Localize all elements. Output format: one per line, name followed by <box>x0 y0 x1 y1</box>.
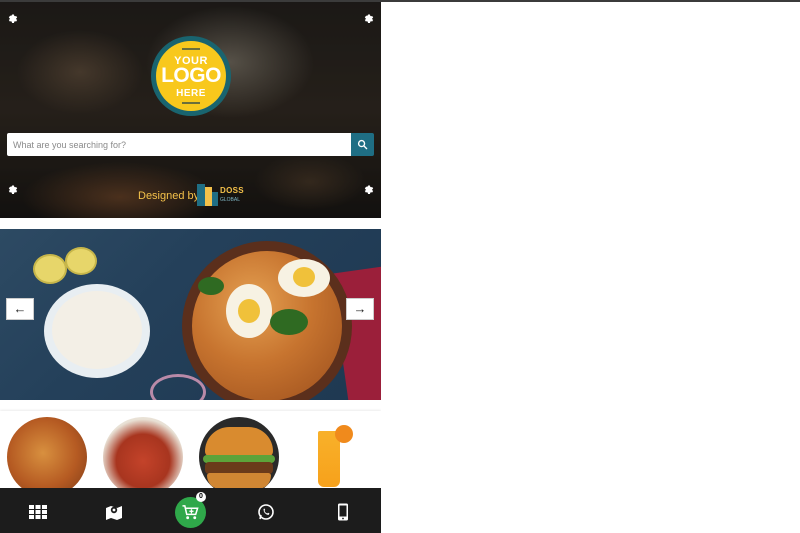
search-input[interactable] <box>7 133 351 156</box>
logo-bar-top <box>182 48 200 50</box>
lime-slice <box>33 254 67 284</box>
mobile-phone-icon[interactable] <box>334 503 352 521</box>
logo-badge: YOUR LOGO HERE <box>156 41 226 111</box>
whatsapp-icon[interactable] <box>257 503 275 521</box>
brand-logo[interactable]: YOUR LOGO HERE <box>151 36 231 116</box>
burger-bun-bottom <box>207 473 271 489</box>
carousel-prev-button[interactable]: ← <box>6 298 34 320</box>
orange-slice <box>335 425 353 443</box>
search-bar <box>7 133 374 156</box>
carousel-next-button[interactable]: → <box>346 298 374 320</box>
category-biryani-chicken[interactable] <box>7 417 87 497</box>
coriander-leaves <box>270 309 308 335</box>
category-biryani-plate[interactable] <box>103 417 183 497</box>
lime-slice <box>65 247 97 275</box>
designed-by-text: Designed by <box>138 190 200 202</box>
category-strip <box>0 411 381 497</box>
doss-logo-text: DOSS <box>220 186 244 195</box>
app-column: YOUR LOGO HERE Designed by DOSS GLOBAL <box>0 2 381 533</box>
doss-logo-bar <box>212 192 218 206</box>
category-orange-juice[interactable] <box>295 417 375 497</box>
doss-logo[interactable]: DOSS GLOBAL <box>197 184 244 206</box>
gear-icon[interactable] <box>363 184 375 196</box>
cart-icon <box>182 505 199 520</box>
doss-logo-bar <box>205 187 212 206</box>
burger-bun-top <box>205 427 273 457</box>
logo-line-here: HERE <box>176 88 206 99</box>
search-icon <box>357 139 368 150</box>
food-banner-carousel: ← → <box>0 229 381 400</box>
egg-yolk <box>238 299 260 323</box>
logo-line-logo: LOGO <box>161 64 221 87</box>
onion-ring <box>150 374 206 400</box>
grid-menu-icon[interactable] <box>29 503 47 521</box>
egg-yolk <box>293 267 315 287</box>
doss-logo-bar <box>197 184 205 206</box>
category-burger[interactable] <box>199 417 279 497</box>
doss-logo-subtext: GLOBAL <box>220 197 241 203</box>
raita <box>52 291 142 369</box>
header-hero: YOUR LOGO HERE Designed by DOSS GLOBAL <box>0 2 381 218</box>
gear-icon[interactable] <box>363 13 375 25</box>
logo-bar-bottom <box>182 102 200 104</box>
search-button[interactable] <box>351 133 374 156</box>
map-icon[interactable] <box>105 503 123 521</box>
coriander-leaves <box>198 277 224 295</box>
gear-icon[interactable] <box>7 184 19 196</box>
cart-count-badge: 0 <box>196 492 206 502</box>
gear-icon[interactable] <box>7 13 19 25</box>
